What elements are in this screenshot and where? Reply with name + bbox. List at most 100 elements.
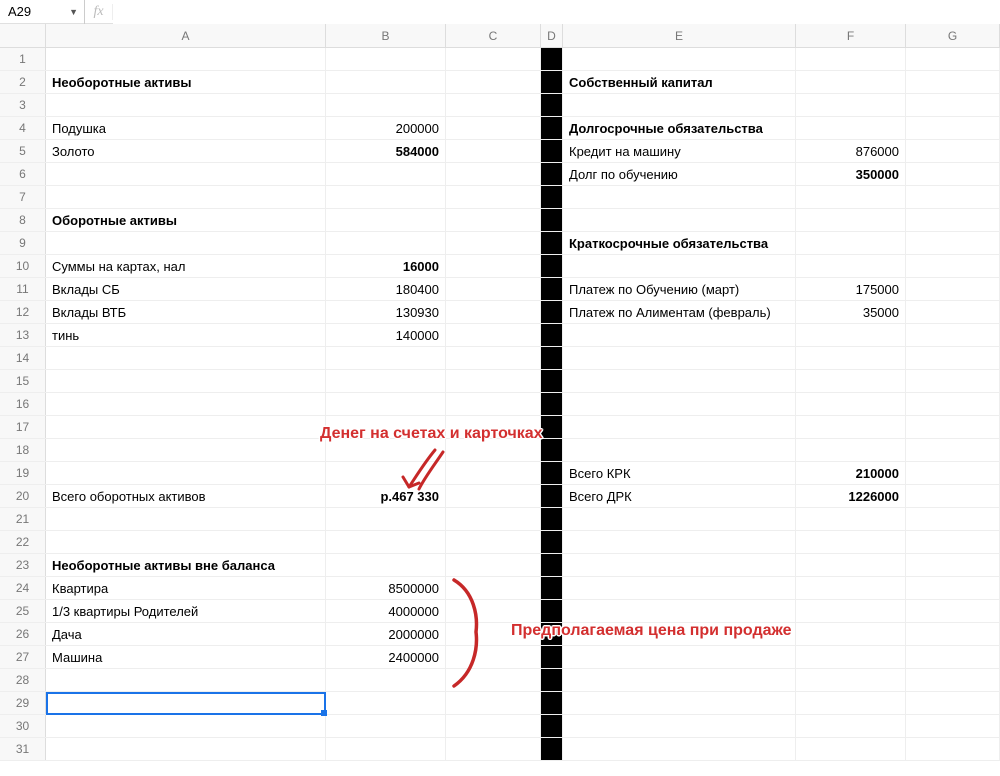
cell-C19[interactable] [446,462,541,484]
cell-F8[interactable] [796,209,906,231]
row-header[interactable]: 23 [0,554,46,576]
cell-F14[interactable] [796,347,906,369]
cell-C14[interactable] [446,347,541,369]
cell-E5[interactable]: Кредит на машину [563,140,796,162]
cell-G16[interactable] [906,393,1000,415]
cell-F19[interactable]: 210000 [796,462,906,484]
cell-A11[interactable]: Вклады СБ [46,278,326,300]
cell-C15[interactable] [446,370,541,392]
cell-D14[interactable] [541,347,563,369]
cell-E13[interactable] [563,324,796,346]
cell-A4[interactable]: Подушка [46,117,326,139]
cell-D2[interactable] [541,71,563,93]
cell-A30[interactable] [46,715,326,737]
cell-B10[interactable]: 16000 [326,255,446,277]
cell-B6[interactable] [326,163,446,185]
cell-G11[interactable] [906,278,1000,300]
cell-F18[interactable] [796,439,906,461]
cell-F30[interactable] [796,715,906,737]
cell-B3[interactable] [326,94,446,116]
cell-A3[interactable] [46,94,326,116]
cell-F15[interactable] [796,370,906,392]
cell-C24[interactable] [446,577,541,599]
cell-G10[interactable] [906,255,1000,277]
row-header[interactable]: 13 [0,324,46,346]
cell-A27[interactable]: Машина [46,646,326,668]
cell-D30[interactable] [541,715,563,737]
cell-D6[interactable] [541,163,563,185]
cell-B5[interactable]: 584000 [326,140,446,162]
cell-G30[interactable] [906,715,1000,737]
cell-C27[interactable] [446,646,541,668]
cell-D1[interactable] [541,48,563,70]
row-header[interactable]: 12 [0,301,46,323]
cell-A17[interactable] [46,416,326,438]
cell-G2[interactable] [906,71,1000,93]
cell-A22[interactable] [46,531,326,553]
col-header-E[interactable]: E [563,24,796,47]
cell-G25[interactable] [906,600,1000,622]
cell-A7[interactable] [46,186,326,208]
cell-D10[interactable] [541,255,563,277]
cell-F7[interactable] [796,186,906,208]
cell-F27[interactable] [796,646,906,668]
select-all-corner[interactable] [0,24,46,47]
row-header[interactable]: 25 [0,600,46,622]
cell-D17[interactable] [541,416,563,438]
col-header-B[interactable]: B [326,24,446,47]
cell-D27[interactable] [541,646,563,668]
cell-E31[interactable] [563,738,796,760]
cell-F17[interactable] [796,416,906,438]
cell-E30[interactable] [563,715,796,737]
cell-G14[interactable] [906,347,1000,369]
row-header[interactable]: 6 [0,163,46,185]
cell-C28[interactable] [446,669,541,691]
cell-F13[interactable] [796,324,906,346]
row-header[interactable]: 31 [0,738,46,760]
cell-C17[interactable] [446,416,541,438]
cell-B15[interactable] [326,370,446,392]
cell-E15[interactable] [563,370,796,392]
cell-G23[interactable] [906,554,1000,576]
cell-B17[interactable] [326,416,446,438]
cell-G7[interactable] [906,186,1000,208]
cell-A26[interactable]: Дача [46,623,326,645]
col-header-A[interactable]: A [46,24,326,47]
cell-E27[interactable] [563,646,796,668]
cell-C12[interactable] [446,301,541,323]
cell-A13[interactable]: тинь [46,324,326,346]
cell-C25[interactable] [446,600,541,622]
cell-D3[interactable] [541,94,563,116]
row-header[interactable]: 27 [0,646,46,668]
cell-C20[interactable] [446,485,541,507]
cell-E11[interactable]: Платеж по Обучению (март) [563,278,796,300]
cell-C8[interactable] [446,209,541,231]
cell-G17[interactable] [906,416,1000,438]
cell-C9[interactable] [446,232,541,254]
cell-C4[interactable] [446,117,541,139]
cell-B2[interactable] [326,71,446,93]
cell-F20[interactable]: 1226000 [796,485,906,507]
col-header-F[interactable]: F [796,24,906,47]
cell-D28[interactable] [541,669,563,691]
cell-C21[interactable] [446,508,541,530]
cell-B25[interactable]: 4000000 [326,600,446,622]
cell-G15[interactable] [906,370,1000,392]
row-header[interactable]: 5 [0,140,46,162]
cell-G26[interactable] [906,623,1000,645]
cell-B16[interactable] [326,393,446,415]
cell-B13[interactable]: 140000 [326,324,446,346]
cell-E7[interactable] [563,186,796,208]
row-header[interactable]: 28 [0,669,46,691]
cell-G1[interactable] [906,48,1000,70]
cell-F22[interactable] [796,531,906,553]
cell-D19[interactable] [541,462,563,484]
cell-A18[interactable] [46,439,326,461]
cell-A9[interactable] [46,232,326,254]
cell-A19[interactable] [46,462,326,484]
cell-B28[interactable] [326,669,446,691]
cell-B8[interactable] [326,209,446,231]
cell-G29[interactable] [906,692,1000,714]
row-header[interactable]: 8 [0,209,46,231]
cell-E20[interactable]: Всего ДРК [563,485,796,507]
